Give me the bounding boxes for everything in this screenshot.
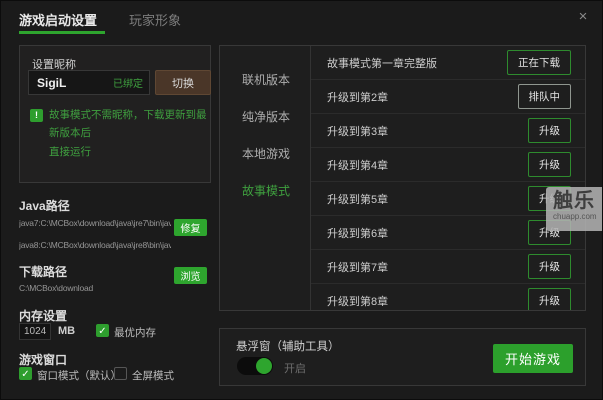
toggle-state-label: 开启 [284, 360, 306, 376]
java7-path: java7:C:\MCBox\download\java\jre7\bin\ja… [19, 218, 171, 228]
active-tab-underline [19, 31, 105, 34]
chapter-row: 升级到第8章 升级 [311, 284, 585, 310]
info-icon: ! [30, 109, 43, 122]
nickname-input[interactable]: SigiL 已绑定 [28, 70, 150, 95]
windowed-mode-checkbox[interactable]: ✓ [19, 367, 32, 380]
nickname-bound-badge: 已绑定 [113, 75, 143, 90]
fullscreen-mode-label: 全屏模式 [132, 368, 174, 383]
memory-unit-label: MB [58, 325, 75, 337]
memory-settings-label: 内存设置 [19, 307, 67, 324]
chapter-name: 升级到第2章 [327, 89, 388, 105]
float-window-toggle[interactable] [237, 357, 273, 375]
chapter-name: 升级到第7章 [327, 259, 388, 275]
chapter-name: 升级到第4章 [327, 157, 388, 173]
download-path-value: C:\MCBox\download [19, 283, 171, 293]
optimize-memory-checkbox[interactable]: ✓ [96, 324, 109, 337]
chapter-list[interactable]: 故事模式第一章完整版 正在下载 升级到第2章 排队中 升级到第3章 升级 升级到… [311, 46, 585, 310]
tab-game-launch-settings[interactable]: 游戏启动设置 [19, 10, 97, 29]
fullscreen-mode-checkbox[interactable] [114, 367, 127, 380]
downloading-button[interactable]: 正在下载 [507, 50, 571, 75]
chapter-name: 故事模式第一章完整版 [327, 55, 437, 71]
version-panel: 联机版本 纯净版本 本地游戏 故事模式 故事模式第一章完整版 正在下载 升级到第… [219, 45, 586, 311]
category-online-version[interactable]: 联机版本 [242, 71, 290, 88]
upgrade-button[interactable]: 升级 [528, 118, 571, 143]
download-path-label: 下载路径 [19, 263, 67, 280]
category-local-game[interactable]: 本地游戏 [242, 145, 290, 162]
tab-player-avatar[interactable]: 玩家形象 [129, 10, 181, 29]
footer-panel: 悬浮窗（辅助工具） 开启 开始游戏 [219, 328, 586, 386]
optimize-memory-label: 最优内存 [114, 325, 156, 340]
story-mode-notice: 故事模式不需昵称，下载更新到最新版本后 直接运行 [49, 106, 207, 161]
notice-line-2: 直接运行 [49, 143, 207, 161]
game-launcher-window: 游戏启动设置 玩家形象 × 设置昵称 SigiL 已绑定 切换 ! 故事模式不需… [0, 0, 603, 400]
close-icon[interactable]: × [574, 8, 592, 26]
chapter-row: 升级到第6章 升级 [311, 216, 585, 250]
browse-button[interactable]: 浏览 [174, 267, 207, 284]
chapter-row: 升级到第2章 排队中 [311, 80, 585, 114]
memory-input[interactable]: 1024 [19, 323, 51, 340]
nickname-panel: 设置昵称 SigiL 已绑定 切换 ! 故事模式不需昵称，下载更新到最新版本后 … [19, 45, 211, 183]
switch-nickname-button[interactable]: 切换 [155, 70, 211, 95]
watermark-domain: chuapp.com [553, 212, 603, 221]
notice-line-1: 故事模式不需昵称，下载更新到最新版本后 [49, 106, 207, 143]
chapter-name: 升级到第5章 [327, 191, 388, 207]
chapter-row: 升级到第5章 升级 [311, 182, 585, 216]
repair-java-button[interactable]: 修复 [174, 219, 207, 236]
category-story-mode[interactable]: 故事模式 [242, 182, 290, 199]
chapter-name: 升级到第6章 [327, 225, 388, 241]
chapter-name: 升级到第8章 [327, 293, 388, 309]
upgrade-button[interactable]: 升级 [528, 288, 571, 310]
windowed-mode-label: 窗口模式（默认） [37, 368, 121, 383]
chapter-row: 故事模式第一章完整版 正在下载 [311, 46, 585, 80]
watermark-title: 触乐 [553, 190, 603, 212]
toggle-knob [256, 358, 272, 374]
upgrade-button[interactable]: 升级 [528, 254, 571, 279]
watermark: 触乐 chuapp.com [546, 187, 603, 231]
start-game-button[interactable]: 开始游戏 [493, 344, 573, 373]
upgrade-button[interactable]: 升级 [528, 152, 571, 177]
queued-button[interactable]: 排队中 [518, 84, 572, 109]
java-path-label: Java路径 [19, 197, 70, 214]
nickname-value: SigiL [37, 76, 66, 90]
chapter-row: 升级到第3章 升级 [311, 114, 585, 148]
java8-path: java8:C:\MCBox\download\java\jre8\bin\ja… [19, 240, 171, 250]
chapter-row: 升级到第4章 升级 [311, 148, 585, 182]
chapter-row: 升级到第7章 升级 [311, 250, 585, 284]
game-window-label: 游戏窗口 [19, 351, 67, 368]
float-window-label: 悬浮窗（辅助工具） [236, 338, 340, 354]
chapter-name: 升级到第3章 [327, 123, 388, 139]
category-pure-version[interactable]: 纯净版本 [242, 108, 290, 125]
